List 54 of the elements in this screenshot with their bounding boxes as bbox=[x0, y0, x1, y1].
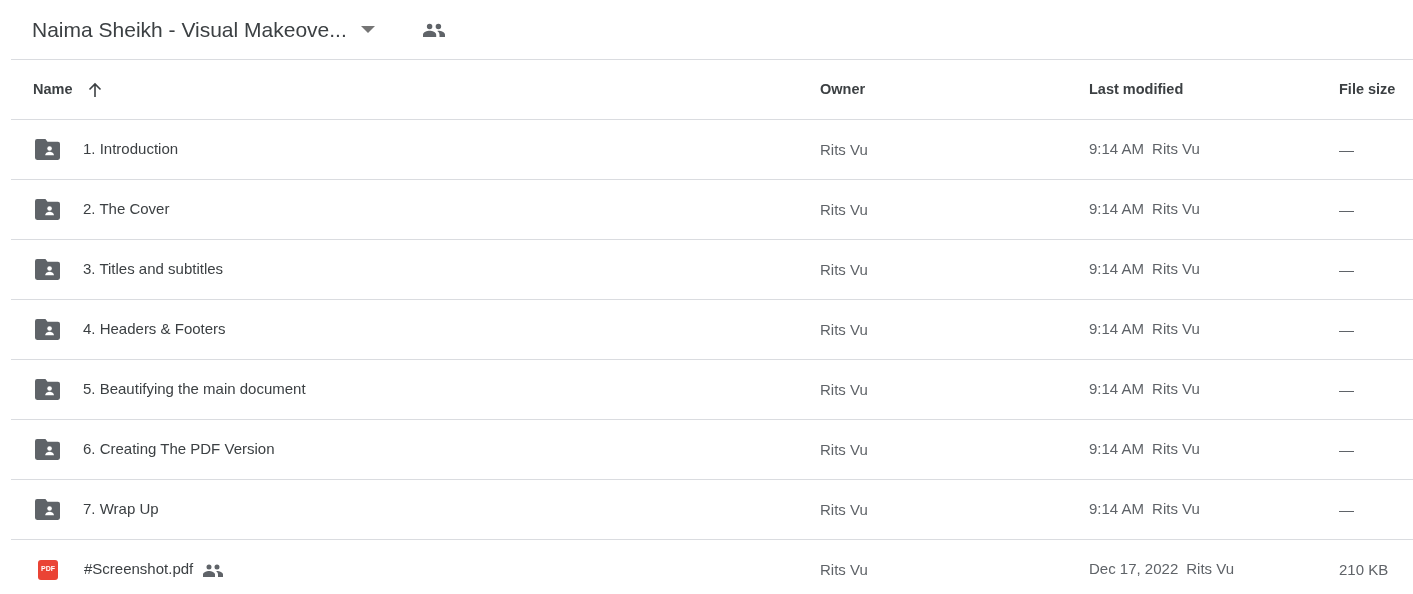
file-name[interactable]: 3. Titles and subtitles bbox=[83, 258, 224, 281]
sort-arrow-icon[interactable] bbox=[86, 81, 103, 98]
owner-name: Rits Vu bbox=[820, 440, 868, 458]
modified-by: Rits Vu bbox=[1152, 499, 1200, 520]
dropdown-caret-icon[interactable] bbox=[360, 26, 375, 33]
shared-folder-icon bbox=[35, 319, 60, 340]
modified-by: Rits Vu bbox=[1186, 559, 1235, 580]
file-name[interactable]: 6. Creating The PDF Version bbox=[83, 438, 275, 461]
owner-name: Rits Vu bbox=[820, 140, 868, 158]
owner-name: Rits Vu bbox=[820, 200, 868, 218]
modified-by: Rits Vu bbox=[1152, 259, 1200, 280]
column-header[interactable]: Name bbox=[33, 78, 73, 101]
owner-name: Rits Vu bbox=[820, 260, 868, 278]
file-name[interactable]: 1. Introduction bbox=[83, 138, 179, 161]
file-size: 210 KB bbox=[1339, 560, 1389, 578]
file-name[interactable]: #Screenshot.pdf bbox=[84, 558, 194, 581]
column-header[interactable]: Last modified bbox=[1089, 78, 1184, 101]
file-size: — bbox=[1339, 500, 1354, 518]
file-size: — bbox=[1339, 140, 1354, 158]
modified-date: 9:14 AM bbox=[1089, 139, 1145, 160]
owner-name: Rits Vu bbox=[820, 380, 868, 398]
file-name[interactable]: 7. Wrap Up bbox=[83, 498, 159, 521]
shared-folder-icon bbox=[35, 259, 60, 280]
modified-date: 9:14 AM bbox=[1089, 259, 1145, 280]
file-name[interactable]: 5. Beautifying the main document bbox=[83, 378, 306, 401]
modified-by: Rits Vu bbox=[1152, 139, 1200, 160]
modified-by: Rits Vu bbox=[1152, 199, 1200, 220]
column-header[interactable]: File size bbox=[1339, 78, 1396, 101]
modified-date: 9:14 AM bbox=[1089, 379, 1145, 400]
modified-date: 9:14 AM bbox=[1089, 499, 1145, 520]
shared-folder-icon bbox=[35, 199, 60, 220]
shared-folder-icon bbox=[35, 439, 60, 460]
file-size: — bbox=[1339, 260, 1354, 278]
modified-date: 9:14 AM bbox=[1089, 439, 1145, 460]
modified-by: Rits Vu bbox=[1152, 439, 1200, 460]
modified-date: 9:14 AM bbox=[1089, 319, 1145, 340]
file-size: — bbox=[1339, 440, 1354, 458]
shared-folder-icon bbox=[35, 499, 60, 520]
file-size: — bbox=[1339, 320, 1354, 338]
shared-folder-icon bbox=[35, 379, 60, 400]
column-header[interactable]: Owner bbox=[820, 78, 866, 101]
modified-date: Dec 17, 2022 bbox=[1089, 559, 1179, 580]
modified-by: Rits Vu bbox=[1152, 319, 1200, 340]
owner-name: Rits Vu bbox=[820, 500, 868, 518]
file-name[interactable]: 2. The Cover bbox=[83, 198, 170, 221]
owner-name: Rits Vu bbox=[820, 560, 868, 578]
file-name[interactable]: 4. Headers & Footers bbox=[83, 318, 226, 341]
owner-name: Rits Vu bbox=[820, 320, 868, 338]
file-size: — bbox=[1339, 200, 1354, 218]
folder-title[interactable]: Naima Sheikh - Visual Makeove... bbox=[32, 13, 347, 46]
file-size: — bbox=[1339, 380, 1354, 398]
shared-folder-icon bbox=[35, 139, 60, 160]
modified-by: Rits Vu bbox=[1152, 379, 1200, 400]
modified-date: 9:14 AM bbox=[1089, 199, 1145, 220]
